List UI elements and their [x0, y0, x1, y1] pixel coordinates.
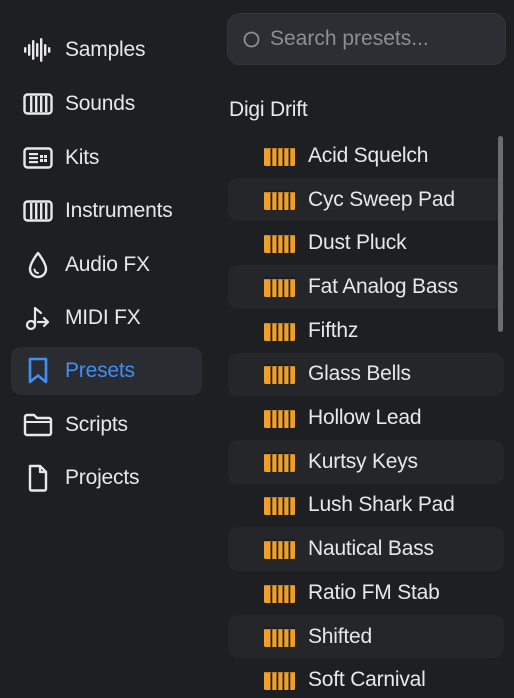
preset-row[interactable]: Acid Squelch: [228, 134, 504, 178]
keyboard-icon: [264, 495, 295, 516]
preset-name: Dust Pluck: [308, 231, 407, 255]
document-icon: [23, 464, 53, 492]
sidebar-item-label: Sounds: [65, 92, 136, 115]
sidebar-item-projects[interactable]: Projects: [11, 454, 202, 502]
keyboard-icon: [264, 364, 295, 385]
keyboard-icon: [264, 626, 295, 647]
browser-panel: Samples Sounds Kits Instruments Audio FX…: [0, 0, 514, 698]
search-icon: [223, 30, 264, 52]
keyboard-icon: [264, 276, 295, 297]
sidebar-item-presets[interactable]: Presets: [11, 347, 202, 395]
bookmark-icon: [23, 357, 53, 385]
drum-pad-icon: [23, 144, 53, 172]
midi-note-icon: [23, 304, 53, 332]
preset-row[interactable]: Cyc Sweep Pad: [228, 177, 504, 222]
sidebar-item-midi-fx[interactable]: MIDI FX: [11, 294, 202, 342]
keyboard-icon: [264, 145, 295, 166]
keyboard-icon: [23, 197, 53, 225]
sidebar-item-label: Presets: [65, 359, 135, 382]
preset-name: Ratio FM Stab: [308, 580, 440, 604]
sidebar-item-audio-fx[interactable]: Audio FX: [11, 241, 202, 289]
preset-row[interactable]: Shifted: [228, 614, 504, 659]
keyboard-icon: [264, 320, 295, 341]
preset-name: Shifted: [308, 624, 372, 648]
preset-row[interactable]: Hollow Lead: [228, 396, 504, 440]
keyboard-icon: [264, 582, 295, 603]
preset-row[interactable]: Glass Bells: [228, 352, 504, 397]
preset-name: Fat Analog Bass: [308, 274, 458, 298]
preset-row[interactable]: Soft Carnival: [228, 658, 504, 698]
preset-name: Kurtsy Keys: [308, 449, 418, 473]
preset-row[interactable]: Nautical Bass: [228, 527, 504, 571]
search-input[interactable]: [270, 14, 498, 64]
preset-row[interactable]: Fifthz: [228, 309, 504, 353]
sidebar-item-label: Scripts: [65, 413, 128, 436]
sidebar-item-scripts[interactable]: Scripts: [11, 401, 202, 449]
sidebar-item-label: Kits: [65, 146, 100, 169]
preset-row[interactable]: Fat Analog Bass: [228, 265, 504, 309]
preset-row[interactable]: Lush Shark Pad: [228, 484, 504, 528]
keyboard-icon: [264, 189, 295, 210]
sidebar: Samples Sounds Kits Instruments Audio FX…: [0, 0, 214, 698]
scrollbar[interactable]: [498, 136, 503, 332]
keyboard-icon: [23, 90, 53, 118]
preset-group-title: Digi Drift: [229, 98, 308, 121]
preset-row[interactable]: Ratio FM Stab: [228, 571, 504, 615]
folder-icon: [23, 411, 53, 439]
preset-name: Hollow Lead: [308, 406, 422, 430]
sidebar-item-instruments[interactable]: Instruments: [11, 187, 202, 235]
preset-name: Glass Bells: [308, 362, 411, 386]
sidebar-item-label: Samples: [65, 38, 146, 61]
sidebar-item-label: Audio FX: [65, 253, 150, 276]
preset-name: Acid Squelch: [308, 143, 429, 167]
sidebar-item-label: Projects: [65, 466, 140, 489]
preset-row[interactable]: Kurtsy Keys: [228, 439, 504, 484]
preset-name: Soft Carnival: [308, 668, 426, 692]
sidebar-item-sounds[interactable]: Sounds: [11, 80, 202, 128]
sidebar-item-label: MIDI FX: [65, 306, 141, 329]
waveform-icon: [23, 36, 53, 64]
preset-name: Cyc Sweep Pad: [308, 187, 455, 211]
search-box[interactable]: [223, 13, 506, 65]
drop-icon: [23, 251, 53, 279]
sidebar-item-samples[interactable]: Samples: [11, 26, 202, 74]
keyboard-icon: [264, 539, 295, 560]
preset-list[interactable]: Acid Squelch Cyc Sweep Pad Dust Pluck Fat A…: [228, 134, 504, 698]
preset-row[interactable]: Dust Pluck: [228, 221, 504, 265]
keyboard-icon: [264, 670, 295, 691]
preset-name: Fifthz: [308, 318, 359, 342]
preset-name: Nautical Bass: [308, 537, 434, 561]
sidebar-item-label: Instruments: [65, 199, 173, 222]
preset-name: Lush Shark Pad: [308, 493, 455, 517]
sidebar-item-kits[interactable]: Kits: [11, 134, 202, 182]
keyboard-icon: [264, 451, 295, 472]
keyboard-icon: [264, 408, 295, 429]
keyboard-icon: [264, 233, 295, 254]
